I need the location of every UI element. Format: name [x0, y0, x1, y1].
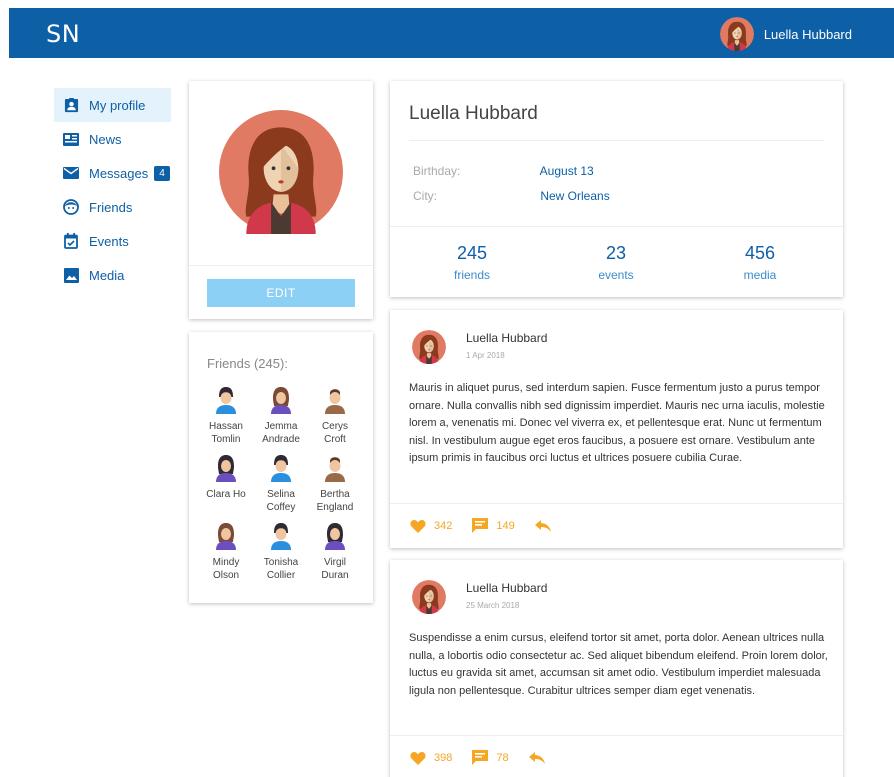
mail-icon — [63, 165, 79, 181]
friend-item[interactable]: Virgil Duran — [306, 520, 364, 582]
friend-avatar-icon — [320, 384, 350, 414]
divider — [390, 735, 843, 736]
divider — [390, 226, 843, 227]
sidebar-item-friends[interactable]: Friends — [54, 190, 171, 224]
reply-button[interactable] — [534, 519, 551, 532]
friends-title: Friends (245): — [207, 356, 288, 371]
birthday-value[interactable]: August 13 — [540, 164, 594, 178]
reply-button[interactable] — [528, 751, 545, 764]
post-author-avatar[interactable] — [412, 580, 446, 614]
sidebar-item-news[interactable]: News — [54, 122, 171, 156]
post-date: 1 Apr 2018 — [466, 351, 505, 360]
sidebar-item-events[interactable]: Events — [54, 224, 171, 258]
stat-events[interactable]: 23 events — [566, 243, 666, 282]
birthday-label: Birthday: — [413, 164, 461, 178]
post-actions: 398 78 — [410, 750, 565, 765]
sidebar: My profile News Messages 4 Friends Event… — [54, 88, 171, 292]
friend-item[interactable]: Cerys Croft — [306, 384, 364, 446]
friend-avatar-icon — [266, 452, 296, 482]
post-date: 25 March 2018 — [466, 601, 520, 610]
image-icon — [63, 267, 79, 283]
comment-button[interactable]: 78 — [472, 750, 509, 765]
friends-card: Friends (245): Hassan Tomlin Jemma Andra… — [189, 332, 373, 603]
reply-icon — [534, 519, 551, 532]
profile-photo-card: EDIT — [189, 81, 373, 319]
friend-item[interactable]: Clara Ho — [197, 452, 255, 501]
friend-item[interactable]: Tonisha Collier — [252, 520, 310, 582]
like-button[interactable]: 342 — [410, 519, 452, 533]
friend-item[interactable]: Mindy Olson — [197, 520, 255, 582]
post-card: Luella Hubbard 25 March 2018 Suspendisse… — [390, 560, 843, 777]
friend-item[interactable]: Bertha England — [306, 452, 364, 514]
friend-avatar-icon — [211, 384, 241, 414]
friend-item[interactable]: Jemma Andrade — [252, 384, 310, 446]
like-count: 342 — [434, 519, 453, 532]
friend-item[interactable]: Selina Coffey — [252, 452, 310, 514]
profile-name: Luella Hubbard — [409, 103, 538, 124]
post-author[interactable]: Luella Hubbard — [466, 331, 547, 345]
post-card: Luella Hubbard 1 Apr 2018 Mauris in aliq… — [390, 310, 843, 548]
sidebar-item-my-profile[interactable]: My profile — [54, 88, 171, 122]
sidebar-item-label: News — [89, 131, 122, 147]
post-text: Mauris in aliquet purus, sed interdum sa… — [409, 382, 825, 464]
profile-photo — [219, 105, 343, 239]
stat-friends[interactable]: 245 friends — [422, 243, 522, 282]
comment-icon — [472, 750, 489, 765]
news-icon — [63, 131, 79, 147]
comment-button[interactable]: 149 — [472, 518, 515, 533]
sidebar-item-label: Messages — [89, 165, 149, 181]
profile-info-card: Luella Hubbard Birthday: August 13 City:… — [390, 81, 843, 297]
comment-icon — [472, 518, 489, 533]
friend-avatar-icon — [266, 520, 296, 550]
post-author[interactable]: Luella Hubbard — [466, 581, 547, 595]
city-row: City: New Orleans — [413, 189, 610, 203]
friend-item[interactable]: Hassan Tomlin — [197, 384, 255, 446]
divider — [189, 265, 373, 266]
heart-icon — [410, 519, 426, 533]
city-value[interactable]: New Orleans — [540, 189, 609, 203]
friend-avatar-icon — [320, 452, 350, 482]
edit-profile-button[interactable]: EDIT — [207, 279, 355, 307]
city-label: City: — [413, 189, 437, 203]
sidebar-item-label: My profile — [89, 97, 146, 113]
calendar-icon — [63, 233, 79, 249]
heart-icon — [410, 751, 426, 765]
top-navbar: SN Luella Hubbard — [9, 8, 894, 58]
comment-count: 78 — [496, 751, 509, 764]
user-name[interactable]: Luella Hubbard — [764, 27, 852, 42]
comment-count: 149 — [496, 519, 515, 532]
sidebar-item-label: Events — [89, 233, 129, 249]
post-actions: 342 149 — [410, 518, 571, 533]
user-avatar[interactable] — [720, 17, 754, 51]
divider — [390, 503, 843, 504]
birthday-row: Birthday: August 13 — [413, 164, 594, 178]
friend-avatar-icon — [320, 520, 350, 550]
like-button[interactable]: 398 — [410, 751, 452, 765]
friend-avatar-icon — [266, 384, 296, 414]
sidebar-item-messages[interactable]: Messages 4 — [54, 156, 171, 190]
reply-icon — [528, 751, 545, 764]
sidebar-item-media[interactable]: Media — [54, 258, 171, 292]
post-text: Suspendisse a enim cursus, eleifend tort… — [409, 632, 828, 697]
unread-badge: 4 — [154, 165, 170, 181]
divider — [409, 140, 824, 141]
sidebar-item-label: Friends — [89, 199, 133, 215]
sidebar-item-label: Media — [89, 267, 125, 283]
friends-icon — [63, 199, 79, 215]
like-count: 398 — [434, 751, 453, 764]
user-menu[interactable]: Luella Hubbard — [720, 17, 852, 51]
post-author-avatar[interactable] — [412, 330, 446, 364]
profile-icon — [63, 97, 79, 113]
friend-avatar-icon — [211, 452, 241, 482]
stat-media[interactable]: 456 media — [710, 243, 810, 282]
friend-avatar-icon — [211, 520, 241, 550]
app-logo[interactable]: SN — [46, 20, 80, 48]
